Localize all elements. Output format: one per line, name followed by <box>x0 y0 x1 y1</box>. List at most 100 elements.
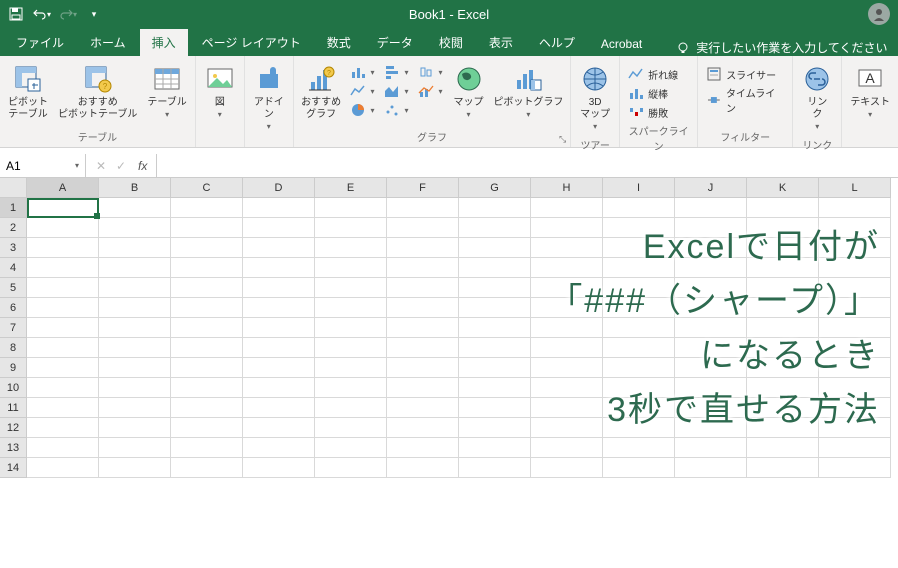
cell[interactable] <box>99 198 171 218</box>
cell[interactable] <box>675 258 747 278</box>
cell[interactable] <box>315 278 387 298</box>
cell[interactable] <box>315 198 387 218</box>
chart-scatter-button[interactable]: ▾ <box>380 101 412 119</box>
cell[interactable] <box>27 398 99 418</box>
cell[interactable] <box>459 258 531 278</box>
accept-formula-button[interactable]: ✓ <box>112 159 130 173</box>
column-header[interactable]: E <box>315 178 387 198</box>
cell[interactable] <box>243 398 315 418</box>
cell[interactable] <box>675 438 747 458</box>
column-header[interactable]: C <box>171 178 243 198</box>
cell[interactable] <box>171 198 243 218</box>
cell[interactable] <box>603 298 675 318</box>
cell[interactable] <box>387 418 459 438</box>
cell[interactable] <box>243 458 315 478</box>
undo-button[interactable]: ▾ <box>30 2 54 26</box>
cell[interactable] <box>99 218 171 238</box>
cell[interactable] <box>675 398 747 418</box>
cell[interactable] <box>387 298 459 318</box>
cell[interactable] <box>387 378 459 398</box>
tab-data[interactable]: データ <box>365 29 425 56</box>
sparkline-winloss-button[interactable]: 勝敗 <box>624 103 682 121</box>
cell[interactable] <box>819 398 891 418</box>
cell[interactable] <box>459 338 531 358</box>
cell[interactable] <box>747 278 819 298</box>
cell[interactable] <box>747 338 819 358</box>
cell[interactable] <box>171 338 243 358</box>
illustrations-button[interactable]: 図▾ <box>200 61 240 123</box>
chart-column-button[interactable]: ▾ <box>346 63 378 81</box>
cell[interactable] <box>99 438 171 458</box>
cell[interactable] <box>27 198 99 218</box>
column-header[interactable]: J <box>675 178 747 198</box>
addins-button[interactable]: アドイ ン▾ <box>249 61 289 135</box>
cell[interactable] <box>675 238 747 258</box>
cell[interactable] <box>171 418 243 438</box>
cell[interactable] <box>819 458 891 478</box>
cell[interactable] <box>675 318 747 338</box>
cell[interactable] <box>675 338 747 358</box>
chart-stock-button[interactable]: ▾ <box>414 63 446 81</box>
cell[interactable] <box>531 318 603 338</box>
cell[interactable] <box>243 298 315 318</box>
pivottable-button[interactable]: ピボット テーブル <box>4 61 52 123</box>
cell[interactable] <box>243 318 315 338</box>
cell[interactable] <box>315 318 387 338</box>
cell[interactable] <box>387 358 459 378</box>
cell[interactable] <box>747 318 819 338</box>
chart-line-button[interactable]: ▾ <box>346 82 378 100</box>
column-header[interactable]: I <box>603 178 675 198</box>
row-header[interactable]: 5 <box>0 278 27 298</box>
cell[interactable] <box>387 438 459 458</box>
cell[interactable] <box>315 338 387 358</box>
cell[interactable] <box>459 458 531 478</box>
cell[interactable] <box>459 198 531 218</box>
cell[interactable] <box>819 198 891 218</box>
cell[interactable] <box>171 378 243 398</box>
tab-view[interactable]: 表示 <box>477 29 525 56</box>
cell[interactable] <box>531 358 603 378</box>
cell[interactable] <box>531 438 603 458</box>
table-button[interactable]: テーブル▾ <box>143 61 190 123</box>
user-avatar[interactable] <box>868 3 890 25</box>
cell[interactable] <box>27 238 99 258</box>
qat-customize[interactable]: ▾ <box>82 2 106 26</box>
cell[interactable] <box>315 218 387 238</box>
recommended-charts-button[interactable]: ? おすすめ グラフ <box>298 61 345 123</box>
cell[interactable] <box>315 458 387 478</box>
cell[interactable] <box>675 358 747 378</box>
cell[interactable] <box>675 278 747 298</box>
cell[interactable] <box>747 378 819 398</box>
cell[interactable] <box>171 298 243 318</box>
cell[interactable] <box>459 278 531 298</box>
redo-button[interactable]: ▾ <box>56 2 80 26</box>
cell[interactable] <box>387 238 459 258</box>
cell[interactable] <box>387 458 459 478</box>
cell[interactable] <box>27 258 99 278</box>
column-header[interactable]: B <box>99 178 171 198</box>
cell[interactable] <box>459 358 531 378</box>
cell[interactable] <box>243 238 315 258</box>
cell[interactable] <box>459 298 531 318</box>
cell[interactable] <box>459 218 531 238</box>
cell[interactable] <box>99 418 171 438</box>
cell[interactable] <box>171 458 243 478</box>
cell[interactable] <box>171 278 243 298</box>
cell[interactable] <box>315 258 387 278</box>
slicer-button[interactable]: スライサー <box>702 65 788 83</box>
cell[interactable] <box>531 298 603 318</box>
cell[interactable] <box>531 238 603 258</box>
cell[interactable] <box>387 338 459 358</box>
cell[interactable] <box>243 198 315 218</box>
cell[interactable] <box>243 258 315 278</box>
cell[interactable] <box>99 358 171 378</box>
cell[interactable] <box>99 298 171 318</box>
cell[interactable] <box>603 418 675 438</box>
row-header[interactable]: 11 <box>0 398 27 418</box>
cell[interactable] <box>819 438 891 458</box>
cell[interactable] <box>603 338 675 358</box>
cell[interactable] <box>603 238 675 258</box>
cell[interactable] <box>459 378 531 398</box>
cell[interactable] <box>747 218 819 238</box>
row-header[interactable]: 14 <box>0 458 27 478</box>
